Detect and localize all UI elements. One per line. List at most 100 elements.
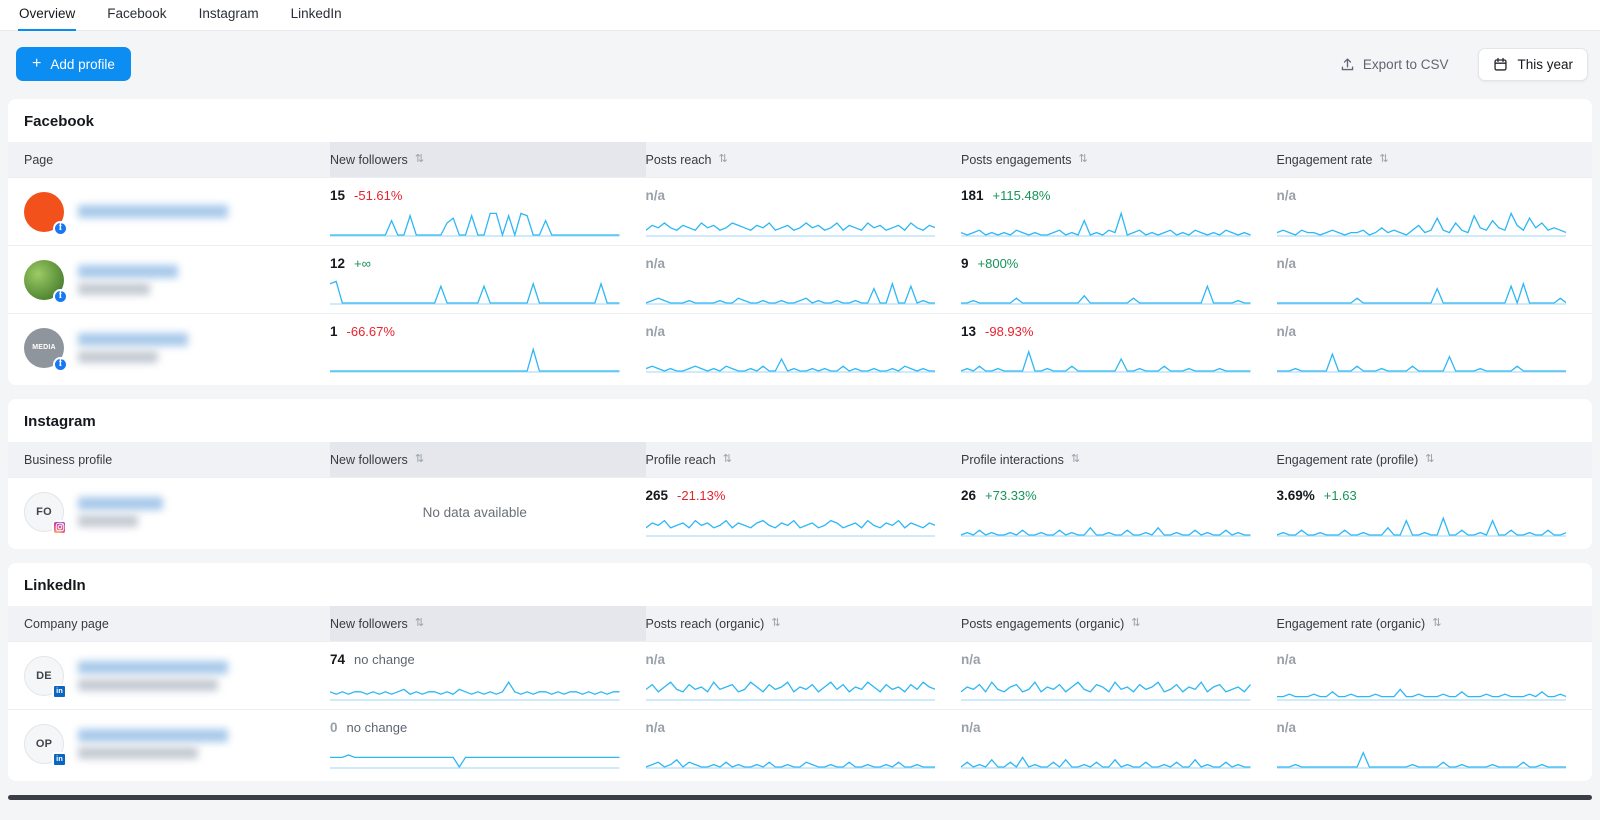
metric-value-line: n/a: [961, 720, 1251, 735]
profile-avatar: DEin: [24, 656, 64, 696]
metric-delta: +73.33%: [985, 488, 1037, 503]
metric-value-line: n/a: [646, 652, 936, 667]
linkedin-badge-icon: in: [52, 684, 67, 699]
metric-value-line: n/a: [961, 652, 1251, 667]
metric-delta: no change: [347, 720, 408, 735]
redacted-text-line: [78, 661, 228, 674]
profile-cell[interactable]: DEin: [8, 642, 330, 709]
column-header-label: Posts engagements: [961, 153, 1072, 167]
metric-value: n/a: [646, 324, 666, 339]
redacted-profile-name: [78, 333, 188, 363]
sparkline-chart: [646, 738, 936, 769]
profile-cell[interactable]: FO: [8, 478, 330, 545]
column-header-new-followers[interactable]: New followers⇅: [330, 442, 646, 477]
metric-cell-engagement-rate-organic: n/a: [1277, 710, 1593, 777]
sort-icon[interactable]: ⇅: [1425, 454, 1434, 465]
metric-cell-new-followers: 1-66.67%: [330, 314, 646, 381]
tab-facebook[interactable]: Facebook: [106, 0, 167, 30]
redacted-text-line: [78, 283, 150, 295]
sort-icon[interactable]: ⇅: [415, 154, 424, 165]
date-range-button[interactable]: This year: [1478, 48, 1588, 81]
metric-value: n/a: [646, 652, 666, 667]
metric-value-line: 15-51.61%: [330, 188, 620, 203]
metric-value: n/a: [1277, 324, 1297, 339]
column-header-posts-engagements[interactable]: Posts engagements ⇅: [961, 142, 1277, 177]
column-header-label: New followers: [330, 617, 408, 631]
sort-icon[interactable]: ⇅: [1432, 618, 1441, 629]
sort-icon[interactable]: ⇅: [771, 618, 780, 629]
sort-icon[interactable]: ⇅: [1131, 618, 1140, 629]
sort-icon[interactable]: ⇅: [415, 618, 424, 629]
profile-avatar: f: [24, 192, 64, 232]
profile-avatar: f: [24, 260, 64, 300]
metric-value: n/a: [1277, 720, 1297, 735]
profile-avatar: OPin: [24, 724, 64, 764]
metric-value: n/a: [961, 652, 981, 667]
toolbar: + Add profile Export to CSV This year: [0, 31, 1600, 99]
column-header-new-followers[interactable]: New followers ⇅: [330, 606, 646, 641]
tabs: Overview Facebook Instagram LinkedIn: [18, 0, 343, 30]
metric-value: 265: [646, 488, 669, 503]
column-header-posts-reach-organic[interactable]: Posts reach (organic)⇅: [646, 606, 962, 641]
metric-value-line: n/a: [646, 324, 936, 339]
tab-overview[interactable]: Overview: [18, 0, 76, 30]
metric-delta: +115.48%: [993, 188, 1051, 203]
metric-value: n/a: [646, 188, 666, 203]
metric-cell-engagement-rate: n/a: [1277, 246, 1593, 313]
metric-value-line: 26 +73.33%: [961, 488, 1251, 503]
sort-icon[interactable]: ⇅: [719, 154, 728, 165]
column-header-new-followers[interactable]: New followers⇅: [330, 142, 646, 177]
metric-cell-new-followers: 12+∞: [330, 246, 646, 313]
column-header-label: Profile interactions: [961, 453, 1064, 467]
sort-icon[interactable]: ⇅: [1379, 154, 1388, 165]
export-csv-button[interactable]: Export to CSV: [1334, 56, 1455, 73]
facebook-badge-icon: f: [53, 289, 68, 304]
sparkline-chart: [961, 506, 1251, 537]
redacted-text-line: [78, 205, 228, 218]
redacted-text-line: [78, 265, 178, 278]
redacted-profile-name: [78, 265, 178, 295]
metric-value: n/a: [646, 720, 666, 735]
metric-value-line: n/a: [1277, 256, 1567, 271]
metric-value: 74: [330, 652, 345, 667]
redacted-text-line: [78, 333, 188, 346]
section-facebook: FacebookPageNew followers⇅Posts reach⇅Po…: [8, 99, 1592, 385]
column-header-profile-interactions[interactable]: Profile interactions ⇅: [961, 442, 1277, 477]
metric-cell-new-followers: No data available: [330, 478, 646, 545]
profile-cell[interactable]: f: [8, 178, 330, 245]
sort-icon[interactable]: ⇅: [1071, 454, 1080, 465]
column-header-engagement-rate[interactable]: Engagement rate⇅: [1277, 142, 1593, 177]
column-header-engagement-rate-profile[interactable]: Engagement rate (profile)⇅: [1277, 442, 1593, 477]
metric-value: 26: [961, 488, 976, 503]
profile-cell[interactable]: MEDIAf: [8, 314, 330, 381]
tab-linkedin[interactable]: LinkedIn: [290, 0, 343, 30]
metric-value-line: 0no change: [330, 720, 620, 735]
metric-cell-profile-interactions: 26 +73.33%: [961, 478, 1277, 545]
sparkline-chart: [1277, 670, 1567, 701]
column-header-posts-engagements-organic[interactable]: Posts engagements (organic)⇅: [961, 606, 1277, 641]
metric-cell-posts-engagements: 13-98.93%: [961, 314, 1277, 381]
table-header-row: Business profileNew followers⇅Profile re…: [8, 442, 1592, 477]
avatar-initials: DE: [36, 670, 52, 682]
add-profile-button[interactable]: + Add profile: [16, 47, 131, 81]
metric-delta: +∞: [354, 256, 371, 271]
top-tab-bar: Overview Facebook Instagram LinkedIn: [0, 0, 1600, 31]
profile-cell[interactable]: OPin: [8, 710, 330, 777]
metric-cell-posts-engagements: 181 +115.48%: [961, 178, 1277, 245]
column-header-posts-reach[interactable]: Posts reach⇅: [646, 142, 962, 177]
sort-icon[interactable]: ⇅: [415, 454, 424, 465]
column-header-profile-reach[interactable]: Profile reach⇅: [646, 442, 962, 477]
metric-cell-new-followers: 15-51.61%: [330, 178, 646, 245]
metric-delta: no change: [354, 652, 415, 667]
metric-value: 1: [330, 324, 338, 339]
tab-instagram[interactable]: Instagram: [198, 0, 260, 30]
metric-value: 3.69%: [1277, 488, 1315, 503]
metric-value-line: 74 no change: [330, 652, 620, 667]
profile-cell[interactable]: f: [8, 246, 330, 313]
column-header-engagement-rate-organic[interactable]: Engagement rate (organic)⇅: [1277, 606, 1593, 641]
sort-icon[interactable]: ⇅: [1079, 154, 1088, 165]
sort-icon[interactable]: ⇅: [723, 454, 732, 465]
metric-value: 181: [961, 188, 984, 203]
metric-value: n/a: [1277, 652, 1297, 667]
metric-value: n/a: [1277, 188, 1297, 203]
